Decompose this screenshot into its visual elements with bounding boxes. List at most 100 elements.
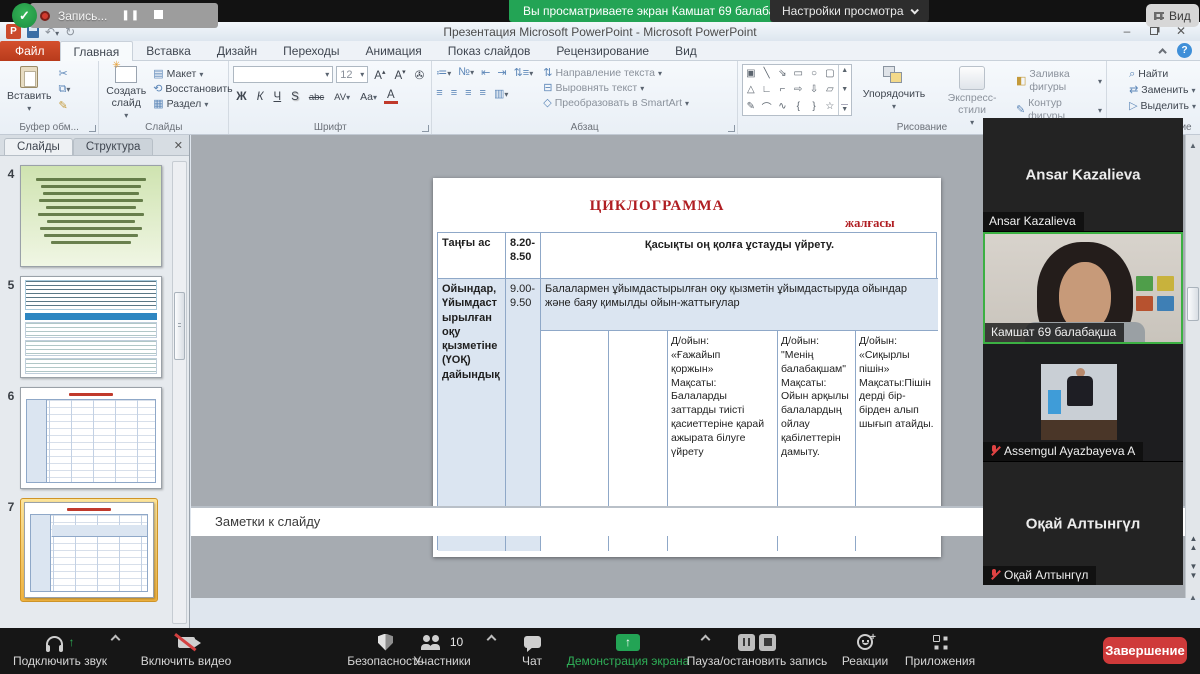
audio-options-chevron[interactable] [111, 635, 121, 645]
line-spacing-icon[interactable]: ⇅≡▾ [514, 66, 534, 79]
tab-outline[interactable]: Структура [73, 138, 154, 155]
format-painter-icon[interactable]: ✎ [59, 99, 71, 112]
scroll-up-icon[interactable]: ▲ [1186, 139, 1200, 152]
slides-panel-scroll-thumb[interactable] [174, 292, 185, 360]
restore-button[interactable] [1150, 27, 1158, 35]
grow-font-icon[interactable]: А▴ [371, 68, 388, 82]
character-spacing-button[interactable]: AV▾ [331, 92, 353, 103]
next-slide-icon[interactable]: ▼▼ [1186, 562, 1200, 580]
pause-recording-icon[interactable] [738, 634, 755, 651]
clipboard-dialog-launcher[interactable] [89, 125, 96, 132]
bullets-icon[interactable]: ≔▾ [436, 66, 451, 79]
change-case-button[interactable]: Aa▾ [357, 91, 380, 103]
slide-thumbnail-row-4[interactable]: 4 [2, 165, 168, 267]
decrease-indent-icon[interactable]: ⇤ [481, 66, 490, 79]
font-name-combo[interactable]: ▾ [233, 66, 333, 83]
justify-icon[interactable]: ≡ [480, 87, 486, 100]
font-color-button[interactable]: А [384, 90, 398, 104]
shrink-font-icon[interactable]: А▾ [391, 68, 408, 82]
close-slides-panel-icon[interactable]: ✕ [174, 139, 183, 152]
tab-insert[interactable]: Вставка [133, 41, 204, 61]
slide-thumbnail-5[interactable] [20, 276, 162, 378]
tab-file[interactable]: Файл [0, 41, 60, 61]
shapes-gallery[interactable]: ▣╲⇘▭○▢ △∟⌐⇨⇩▱ ✎⌒∿{}☆ ▲▼▼ [742, 64, 852, 116]
slide-thumbnail-6[interactable] [20, 387, 162, 489]
slide-thumbnail-row-7[interactable]: 7 [2, 498, 168, 602]
participants-options-chevron[interactable] [487, 635, 497, 645]
slide-thumbnail-7[interactable] [24, 502, 154, 598]
share-screen-button[interactable]: ↑ Демонстрация экрана [562, 633, 694, 668]
tab-view[interactable]: Вид [662, 41, 710, 61]
participants-button[interactable]: 10 Участники [402, 633, 482, 668]
pause-stop-recording-button[interactable]: Пауза/остановить запись [686, 633, 828, 668]
layout-button[interactable]: ▤Макет▾ [153, 68, 232, 81]
slide-thumbnail-row-5[interactable]: 5 [2, 276, 168, 378]
arrange-icon [883, 66, 905, 86]
previous-slide-icon[interactable]: ▲▲ [1186, 534, 1200, 552]
font-dialog-launcher[interactable] [422, 125, 429, 132]
strikethrough-button[interactable]: abc [306, 92, 327, 103]
copy-icon[interactable]: ⧉▾ [59, 83, 71, 96]
columns-icon[interactable]: ▥▾ [494, 87, 508, 100]
smartart-button[interactable]: ◇Преобразовать в SmartArt▾ [543, 97, 689, 110]
font-size-combo[interactable]: 12▾ [336, 66, 368, 83]
minimize-button[interactable]: – [1120, 24, 1134, 38]
view-button[interactable]: Вид [1146, 4, 1199, 27]
italic-button[interactable]: К [254, 91, 267, 103]
select-button[interactable]: ▷Выделить▾ [1129, 100, 1196, 113]
tab-home[interactable]: Главная [60, 41, 134, 61]
underline-button[interactable]: Ч [270, 91, 284, 103]
clear-formatting-icon[interactable]: ✇ [412, 68, 428, 82]
notes-scroll-up-icon[interactable]: ▲ [1186, 591, 1200, 604]
align-left-icon[interactable]: ≡ [436, 87, 442, 100]
slide-thumbnail-row-6[interactable]: 6 [2, 387, 168, 489]
paragraph-dialog-launcher[interactable] [728, 125, 735, 132]
new-slide-button[interactable]: Создать слайд▾ [103, 64, 149, 122]
replace-button[interactable]: ⇄Заменить▾ [1129, 84, 1196, 97]
text-direction-button[interactable]: ⇅Направление текста▾ [543, 67, 689, 80]
align-right-icon[interactable]: ≡ [465, 87, 471, 100]
align-text-button[interactable]: ⊟Выровнять текст▾ [543, 82, 689, 95]
reset-button[interactable]: ⟲Восстановить [153, 83, 232, 96]
tab-slides-thumbnails[interactable]: Слайды [4, 138, 73, 155]
align-center-icon[interactable]: ≡ [451, 87, 457, 100]
shapes-scrollbar[interactable]: ▲▼▼ [838, 65, 851, 115]
tab-review[interactable]: Рецензирование [543, 41, 662, 61]
arrange-button[interactable]: Упорядочить▾ [860, 64, 928, 113]
paste-button[interactable]: Вставить▾ [4, 64, 55, 115]
increase-indent-icon[interactable]: ⇥ [497, 66, 506, 79]
bold-button[interactable]: Ж [233, 91, 249, 103]
participant-tile-ansar[interactable]: Ansar Kazalieva Ansar Kazalieva [983, 118, 1183, 232]
chat-button[interactable]: Чат [510, 633, 554, 668]
scroll-thumb[interactable] [1187, 287, 1199, 321]
tab-animations[interactable]: Анимация [352, 41, 434, 61]
text-shadow-button[interactable]: S [288, 91, 302, 103]
participant-tile-kamshat[interactable]: Камшат 69 балабақша [983, 232, 1183, 344]
slide-area-scrollbar[interactable]: ▲ ▲▲ ▼▼ ▲ [1185, 135, 1200, 598]
numbering-icon[interactable]: №▾ [458, 66, 474, 79]
stop-recording-icon[interactable] [759, 634, 776, 651]
shape-icons: ▣╲⇘▭○▢ △∟⌐⇨⇩▱ ✎⌒∿{}☆ [743, 65, 838, 115]
section-button[interactable]: ▦Раздел▾ [153, 98, 232, 111]
cut-icon[interactable]: ✂ [59, 67, 71, 80]
recording-stop-button[interactable] [154, 10, 163, 22]
start-video-button[interactable]: Включить видео [136, 633, 236, 668]
shape-fill-button[interactable]: ◧Заливка фигуры▾ [1016, 68, 1102, 94]
slide-table[interactable]: Таңғы ас 8.20- 8.50 Қасықты оң қолға ұст… [437, 232, 937, 550]
reactions-button[interactable]: + Реакции [836, 633, 894, 668]
current-slide[interactable]: ЦИКЛОГРАММА жалғасы Таңғы ас 8.20- 8.50 … [433, 178, 941, 557]
slide-thumbnail-4[interactable] [20, 165, 162, 267]
participant-tile-assemgul[interactable]: Assemgul Ayazbayeva A [983, 344, 1183, 462]
slides-panel-scrollbar[interactable] [172, 161, 187, 624]
apps-button[interactable]: Приложения [902, 633, 978, 668]
tab-design[interactable]: Дизайн [204, 41, 270, 61]
join-audio-button[interactable]: ↑ Подключить звук [12, 633, 108, 668]
recording-pause-button[interactable]: ❚❚ [121, 10, 140, 21]
tab-slideshow[interactable]: Показ слайдов [435, 41, 544, 61]
end-meeting-button[interactable]: Завершение [1103, 637, 1187, 664]
view-settings-button[interactable]: Настройки просмотра [770, 0, 929, 22]
help-icon[interactable]: ? [1177, 43, 1192, 58]
find-button[interactable]: ⌕Найти [1129, 68, 1196, 81]
participant-tile-okai[interactable]: Оқай Алтынгүл Оқай Алтынгүл [983, 462, 1183, 585]
tab-transitions[interactable]: Переходы [270, 41, 352, 61]
